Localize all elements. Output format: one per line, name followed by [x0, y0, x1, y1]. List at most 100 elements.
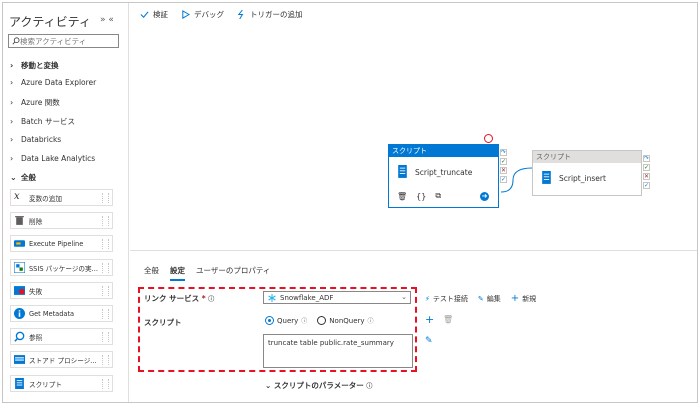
collapse-sidebar-button[interactable]: » «: [100, 15, 114, 25]
lightning-icon: [237, 9, 244, 19]
drag-grip-icon[interactable]: [102, 332, 109, 342]
node-header: スクリプト: [389, 145, 498, 157]
ssis-icon: [14, 262, 25, 273]
script-icon: [15, 378, 24, 389]
sidebar-title: アクティビティ: [9, 15, 91, 29]
add-trigger-button[interactable]: トリガーの追加: [237, 9, 303, 20]
success-port-icon[interactable]: ✓: [643, 164, 650, 171]
failure-port-icon[interactable]: ✕: [643, 173, 650, 180]
drag-grip-icon[interactable]: [102, 263, 109, 273]
drag-grip-icon[interactable]: [102, 239, 109, 249]
pipeline-canvas[interactable]: スクリプト Script_truncate 🗑 {} ⧉ ➜ ↷ ✓ ✕ ✓ ス…: [130, 25, 697, 255]
category-azure-data-explorer[interactable]: › Azure Data Explorer: [10, 78, 96, 87]
tab-general[interactable]: 全般: [144, 265, 159, 281]
drag-grip-icon[interactable]: [102, 355, 109, 365]
fail-icon: [14, 286, 25, 295]
category-move-transform[interactable]: › 移動と変換: [10, 60, 59, 71]
radio-query[interactable]: Query ⓘ: [265, 316, 307, 325]
activity-node-script-insert[interactable]: スクリプト Script_insert ↷ ✓ ✕ ✓: [532, 150, 650, 196]
tab-user-properties[interactable]: ユーザーのプロパティ: [196, 265, 270, 281]
debug-button[interactable]: デバッグ: [181, 9, 224, 20]
radio-nonquery[interactable]: NonQuery ⓘ: [317, 316, 374, 325]
edit-button[interactable]: ✎ 編集: [478, 293, 501, 304]
info-icon: ⓘ: [366, 383, 373, 390]
script-label: スクリプト: [144, 318, 182, 327]
activity-search-input[interactable]: [20, 36, 116, 46]
activity-fail[interactable]: 失敗: [10, 282, 113, 299]
chevron-right-icon: ›: [10, 135, 14, 144]
category-general[interactable]: ⌄ 全般: [10, 172, 36, 183]
activity-node-script-truncate[interactable]: スクリプト Script_truncate 🗑 {} ⧉ ➜ ↷ ✓ ✕ ✓: [388, 144, 507, 208]
dependency-connector[interactable]: [499, 165, 534, 195]
code-icon[interactable]: {}: [416, 192, 426, 201]
properties-panel: 全般 設定 ユーザーのプロパティ リンク サービス * ⓘ Snowflake_…: [130, 250, 697, 402]
drag-grip-icon[interactable]: [102, 286, 109, 296]
tab-settings[interactable]: 設定: [170, 265, 185, 281]
info-icon: ⓘ: [301, 318, 308, 325]
node-header: スクリプト: [533, 151, 641, 163]
activity-execute-pipeline[interactable]: Execute Pipeline: [10, 235, 113, 252]
script-type-radio-group: Query ⓘ NonQuery ⓘ: [265, 316, 374, 325]
drag-grip-icon[interactable]: [102, 379, 109, 389]
category-azure-functions[interactable]: › Azure 関数: [10, 97, 60, 108]
app-frame: アクティビティ » « ›移動と変換 ›Azure Data Explorer …: [2, 2, 698, 403]
add-script-plus-icon[interactable]: +: [425, 313, 434, 326]
delete-icon[interactable]: 🗑: [397, 192, 407, 201]
node-name: Script_truncate: [415, 167, 473, 177]
script-icon: [398, 165, 407, 178]
activity-get-metadata[interactable]: Get Metadata: [10, 305, 113, 322]
validate-button[interactable]: 検証: [140, 9, 168, 20]
activity-script[interactable]: スクリプト: [10, 375, 113, 392]
activity-stored-procedure[interactable]: ストアド プロシージ...: [10, 351, 113, 368]
variable-icon: x: [14, 191, 20, 202]
category-batch-service[interactable]: › Batch サービス: [10, 116, 75, 127]
node-name: Script_insert: [559, 173, 606, 183]
error-indicator-icon[interactable]: [484, 134, 493, 143]
info-icon: ⓘ: [208, 296, 215, 303]
lookup-icon: [14, 331, 25, 342]
script-parameters-toggle[interactable]: ⌄ スクリプトのパラメーター ⓘ: [265, 380, 372, 391]
plug-icon: ⚡: [425, 294, 430, 303]
chevron-right-icon: ›: [10, 154, 14, 163]
plus-icon: +: [510, 293, 520, 304]
drag-grip-icon[interactable]: [102, 193, 109, 203]
linked-service-select[interactable]: Snowflake_ADF ⌄: [263, 291, 411, 304]
chevron-right-icon: ›: [10, 78, 14, 87]
check-icon: [140, 10, 149, 18]
new-button[interactable]: + 新規: [511, 293, 536, 304]
chevron-down-icon: ⌄: [265, 381, 272, 390]
info-icon: [14, 308, 25, 319]
stored-proc-icon: [14, 355, 25, 364]
copy-icon[interactable]: ⧉: [435, 191, 441, 201]
test-connection-button[interactable]: ⚡ テスト接続: [425, 293, 468, 304]
search-icon: [12, 37, 20, 45]
success-port-icon[interactable]: ✓: [500, 158, 507, 165]
drag-grip-icon[interactable]: [102, 309, 109, 319]
linked-service-actions: ⚡ テスト接続 ✎ 編集 + 新規: [425, 293, 536, 304]
trash-icon: [15, 216, 24, 225]
chevron-right-icon: ›: [10, 98, 14, 107]
completion-port-icon[interactable]: ✓: [643, 182, 650, 189]
chevron-right-icon: ›: [10, 61, 14, 70]
arrow-right-icon[interactable]: ➜: [480, 191, 490, 201]
activity-delete[interactable]: 削除: [10, 212, 113, 229]
pipeline-toolbar: 検証 デバッグ トリガーの追加: [130, 3, 697, 25]
skip-port-icon[interactable]: ↷: [500, 149, 507, 156]
skip-port-icon[interactable]: ↷: [643, 155, 650, 162]
activity-append-variable[interactable]: x 変数の追加: [10, 189, 113, 206]
category-data-lake-analytics[interactable]: › Data Lake Analytics: [10, 154, 95, 163]
chevron-right-icon: ›: [10, 117, 14, 126]
info-icon: ⓘ: [367, 318, 374, 325]
script-icon: [542, 171, 551, 184]
drag-grip-icon[interactable]: [102, 216, 109, 226]
pipeline-icon: [14, 240, 25, 247]
delete-script-icon[interactable]: 🗑: [443, 315, 453, 324]
activities-sidebar: アクティビティ » « ›移動と変換 ›Azure Data Explorer …: [3, 3, 129, 402]
category-databricks[interactable]: › Databricks: [10, 135, 61, 144]
play-icon: [182, 9, 190, 19]
script-text-editor[interactable]: truncate table public.rate_summary: [263, 334, 413, 368]
activity-ssis-package[interactable]: SSIS パッケージの実...: [10, 259, 113, 276]
activity-search-box[interactable]: [8, 34, 119, 48]
edit-script-pencil-icon[interactable]: ✎: [425, 336, 433, 346]
activity-lookup[interactable]: 参照: [10, 328, 113, 345]
